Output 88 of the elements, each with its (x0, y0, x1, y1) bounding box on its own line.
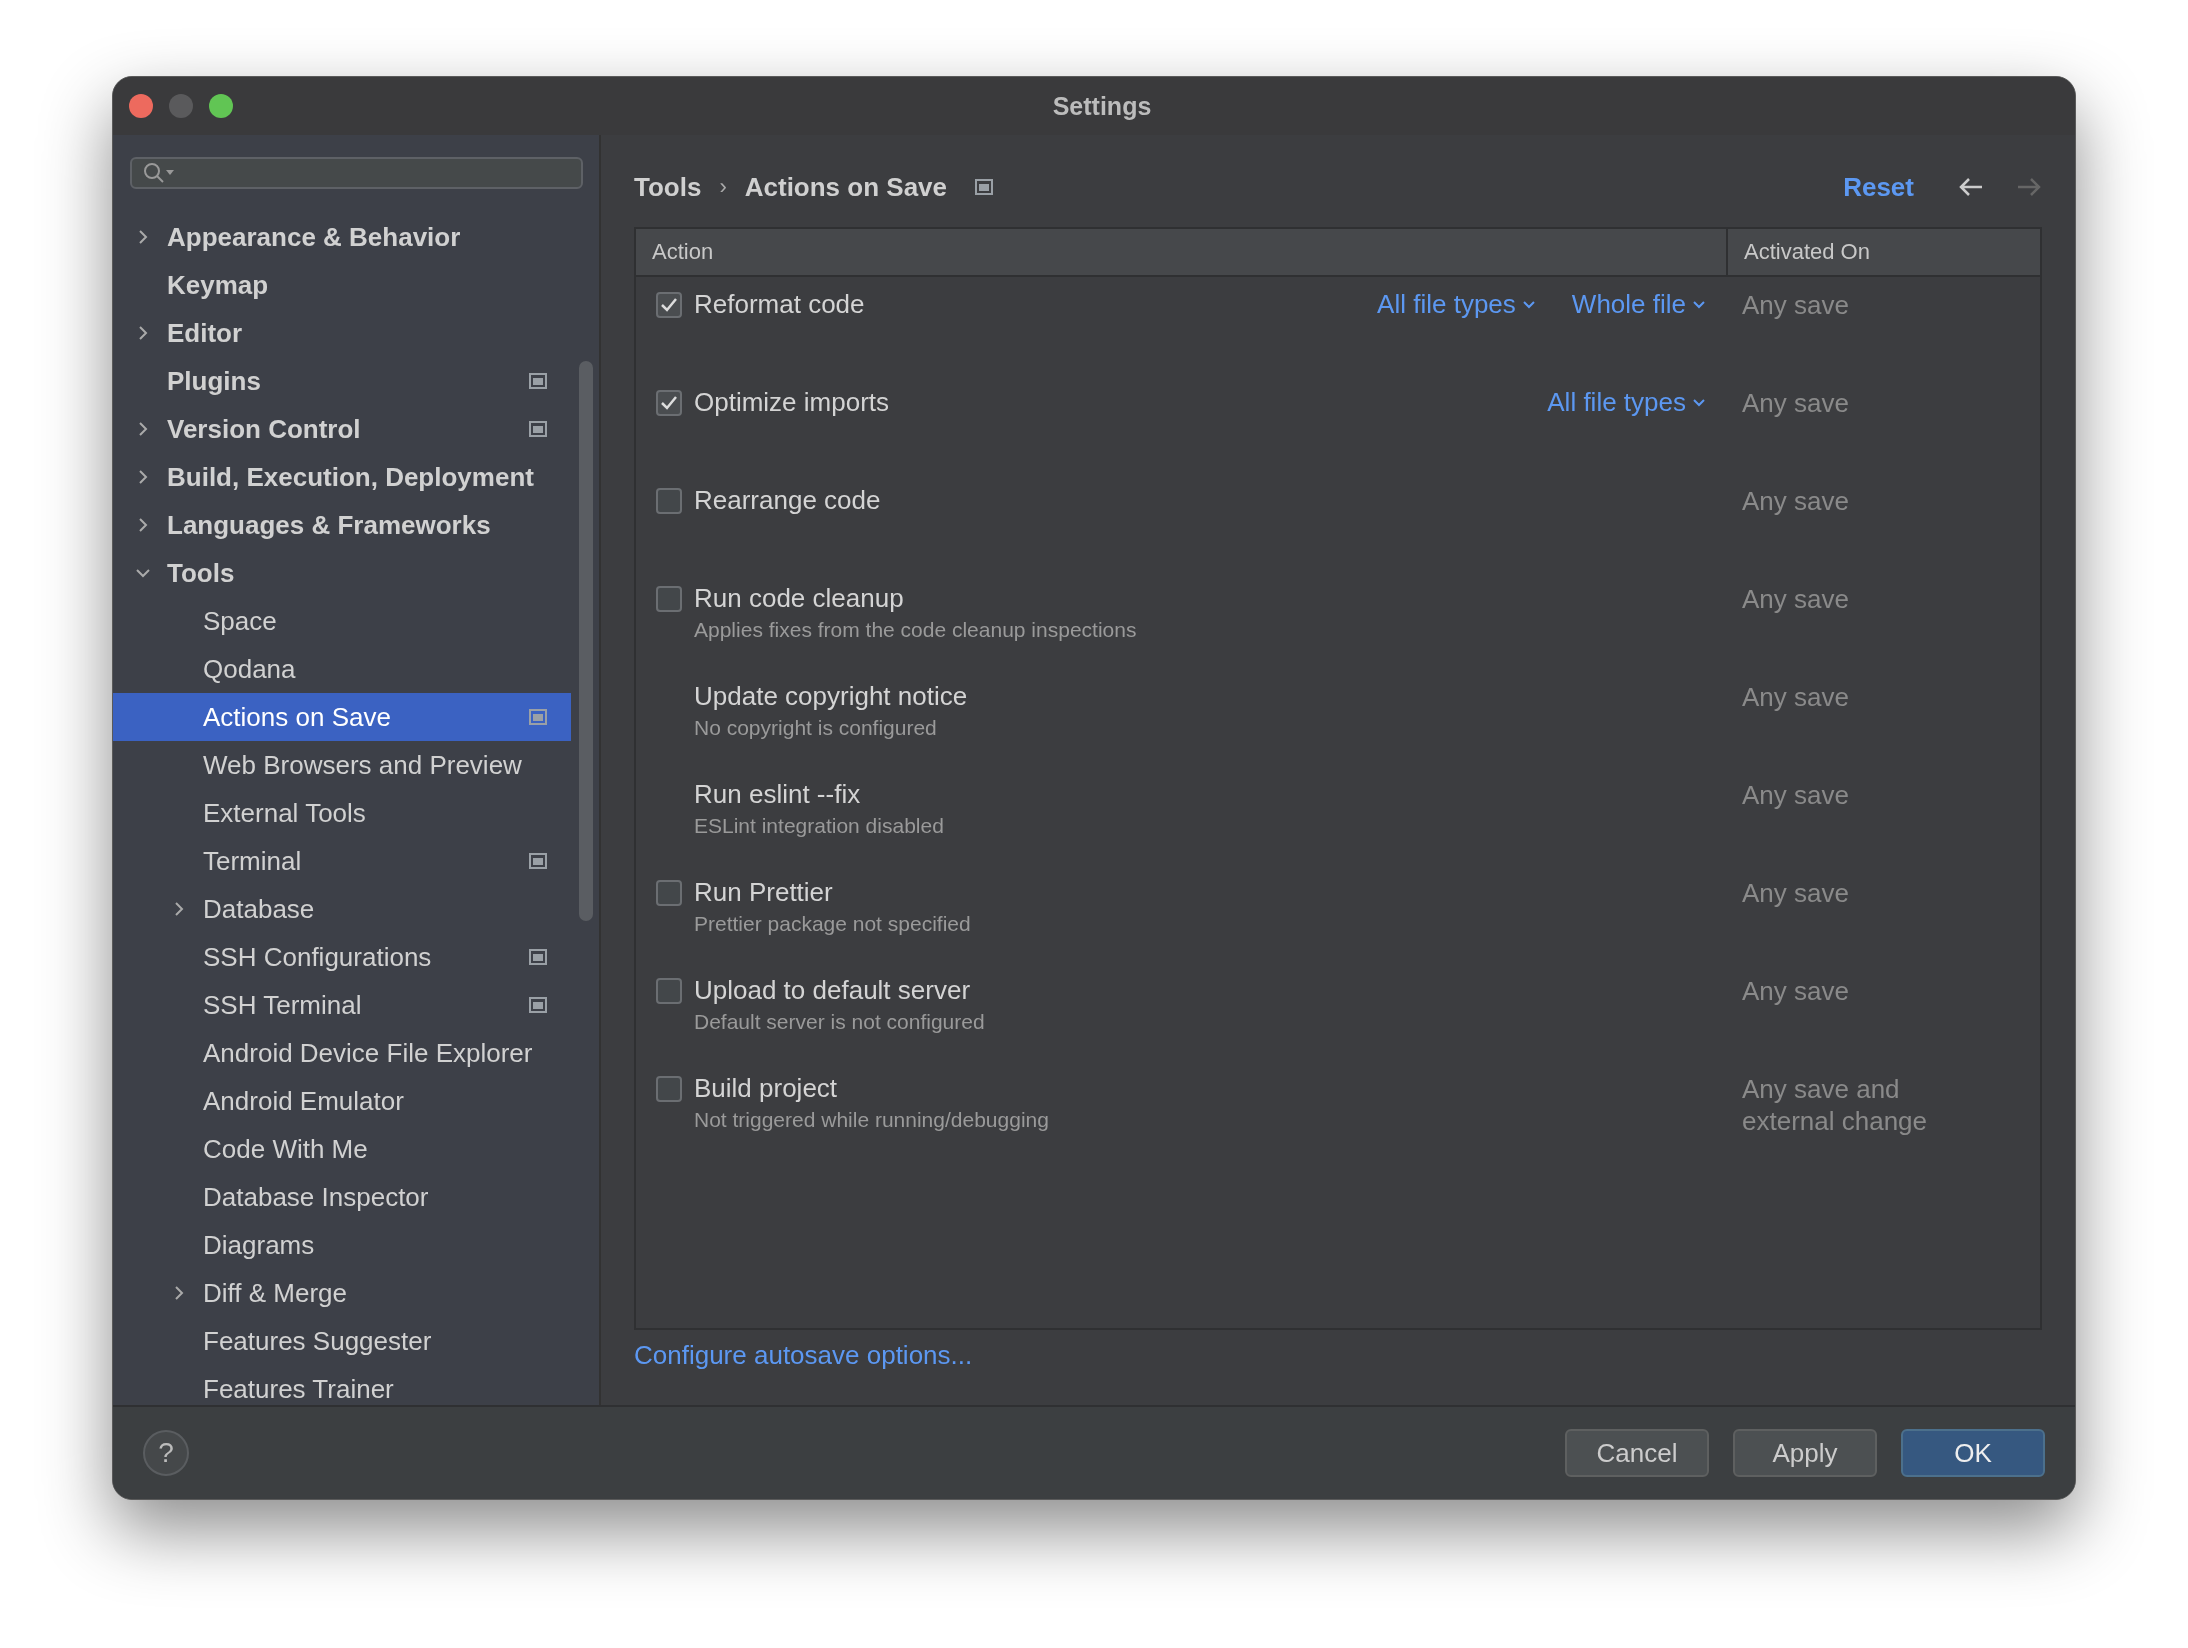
action-title: Run eslint --fix (694, 779, 862, 810)
breadcrumb-item: Actions on Save (744, 171, 947, 203)
action-description: No copyright is configured (694, 716, 938, 740)
zoom-button[interactable] (209, 94, 233, 118)
checkmark-icon (660, 395, 678, 411)
sidebar-item[interactable]: Diff & Merge (113, 1269, 571, 1317)
sidebar-item[interactable]: Space (113, 597, 571, 645)
action-title: Reformat code (694, 289, 866, 320)
caret-icon (1692, 397, 1706, 408)
caret-icon (1521, 299, 1536, 310)
checkbox[interactable] (656, 1076, 682, 1102)
action-description: ESLint integration disabled (694, 814, 945, 838)
activated-on-text: Any save (1742, 583, 1850, 615)
sidebar-item[interactable]: Qodana (113, 645, 571, 693)
action-title: Run Prettier (694, 877, 834, 908)
search-field[interactable] (130, 157, 583, 189)
activated-on-text: Any save (1742, 877, 1850, 909)
help-button[interactable]: ? (143, 1430, 189, 1476)
reset-link[interactable]: Reset (1843, 171, 1914, 203)
sidebar-item[interactable]: Build, Execution, Deployment (113, 453, 571, 501)
checkbox[interactable] (656, 586, 682, 612)
column-header: Action (651, 238, 715, 266)
action-description: Applies fixes from the code cleanup inspections (694, 618, 1138, 642)
checkbox[interactable] (656, 488, 682, 514)
sidebar-item[interactable]: Appearance & Behavior (113, 213, 571, 261)
sidebar-item[interactable]: SSH Configurations (113, 933, 571, 981)
activated-on-text: Any save and external change (1742, 1073, 1929, 1137)
dropdown-link[interactable]: All file types (1377, 289, 1536, 320)
sidebar-item[interactable]: Terminal (113, 837, 571, 885)
checkbox[interactable] (656, 292, 682, 318)
sidebar-item[interactable]: Version Control (113, 405, 571, 453)
checkbox[interactable] (656, 978, 682, 1004)
sidebar-item[interactable]: Keymap (113, 261, 571, 309)
sidebar-item[interactable]: Languages & Frameworks (113, 501, 571, 549)
action-title: Run code cleanup (694, 583, 905, 614)
sidebar-item[interactable]: SSH Terminal (113, 981, 571, 1029)
window-icon (529, 709, 547, 725)
action-description: Not triggered while running/debugging (694, 1108, 1050, 1132)
apply-button[interactable]: Apply (1733, 1429, 1877, 1477)
activated-on-text: Any save (1742, 975, 1850, 1007)
window-icon (529, 421, 547, 437)
sidebar-item[interactable]: Web Browsers and Preview (113, 741, 571, 789)
back-arrow-icon[interactable] (1958, 176, 1984, 198)
column-header: Activated On (1726, 229, 2040, 275)
sidebar-item[interactable]: Features Suggester (113, 1317, 571, 1365)
autosave-link[interactable]: Configure autosave options... (634, 1340, 973, 1371)
action-description: Prettier package not specified (694, 912, 972, 936)
window-icon (529, 997, 547, 1013)
checkmark-icon (660, 297, 678, 313)
close-button[interactable] (129, 94, 153, 118)
checkbox[interactable] (656, 390, 682, 416)
activated-on-text: Any save (1742, 387, 1850, 419)
checkbox[interactable] (656, 880, 682, 906)
sidebar-item[interactable]: Code With Me (113, 1125, 571, 1173)
sidebar-item[interactable]: Editor (113, 309, 571, 357)
cancel-button[interactable]: Cancel (1565, 1429, 1709, 1477)
sidebar-item[interactable]: Features Trainer (113, 1365, 571, 1405)
action-title: Rearrange code (694, 485, 882, 516)
window-icon (529, 853, 547, 869)
action-title: Upload to default server (694, 975, 972, 1006)
sidebar-item[interactable]: Tools (113, 549, 571, 597)
activated-on-text: Any save (1742, 289, 1850, 321)
sidebar-item[interactable]: Database (113, 885, 571, 933)
ok-button[interactable]: OK (1901, 1429, 2045, 1477)
sidebar-item[interactable]: Diagrams (113, 1221, 571, 1269)
sidebar-item[interactable]: Database Inspector (113, 1173, 571, 1221)
breadcrumb-item: Tools (634, 171, 702, 203)
window-icon (529, 949, 547, 965)
activated-on-text: Any save (1742, 485, 1850, 517)
dropdown-link[interactable]: All file types (1547, 387, 1706, 418)
window-title: Settings (1052, 91, 1152, 121)
sidebar-item[interactable]: Plugins (113, 357, 571, 405)
sidebar-item[interactable]: Actions on Save (113, 693, 571, 741)
caret-icon (1692, 299, 1706, 310)
dropdown-link[interactable]: Whole file (1571, 289, 1706, 320)
activated-on-text: Any save (1742, 779, 1850, 811)
breadcrumb-separator: › (719, 174, 727, 200)
window-icon (529, 373, 547, 389)
action-title: Update copyright notice (694, 681, 969, 712)
sidebar-item[interactable]: Android Device File Explorer (113, 1029, 571, 1077)
sidebar-item[interactable]: Android Emulator (113, 1077, 571, 1125)
activated-on-text: Any save (1742, 681, 1850, 713)
action-title: Build project (694, 1073, 839, 1104)
scrollbar[interactable] (579, 361, 593, 921)
search-icon (142, 161, 176, 185)
sidebar-item[interactable]: External Tools (113, 789, 571, 837)
action-description: Default server is not configured (694, 1010, 986, 1034)
action-title: Optimize imports (694, 387, 891, 418)
